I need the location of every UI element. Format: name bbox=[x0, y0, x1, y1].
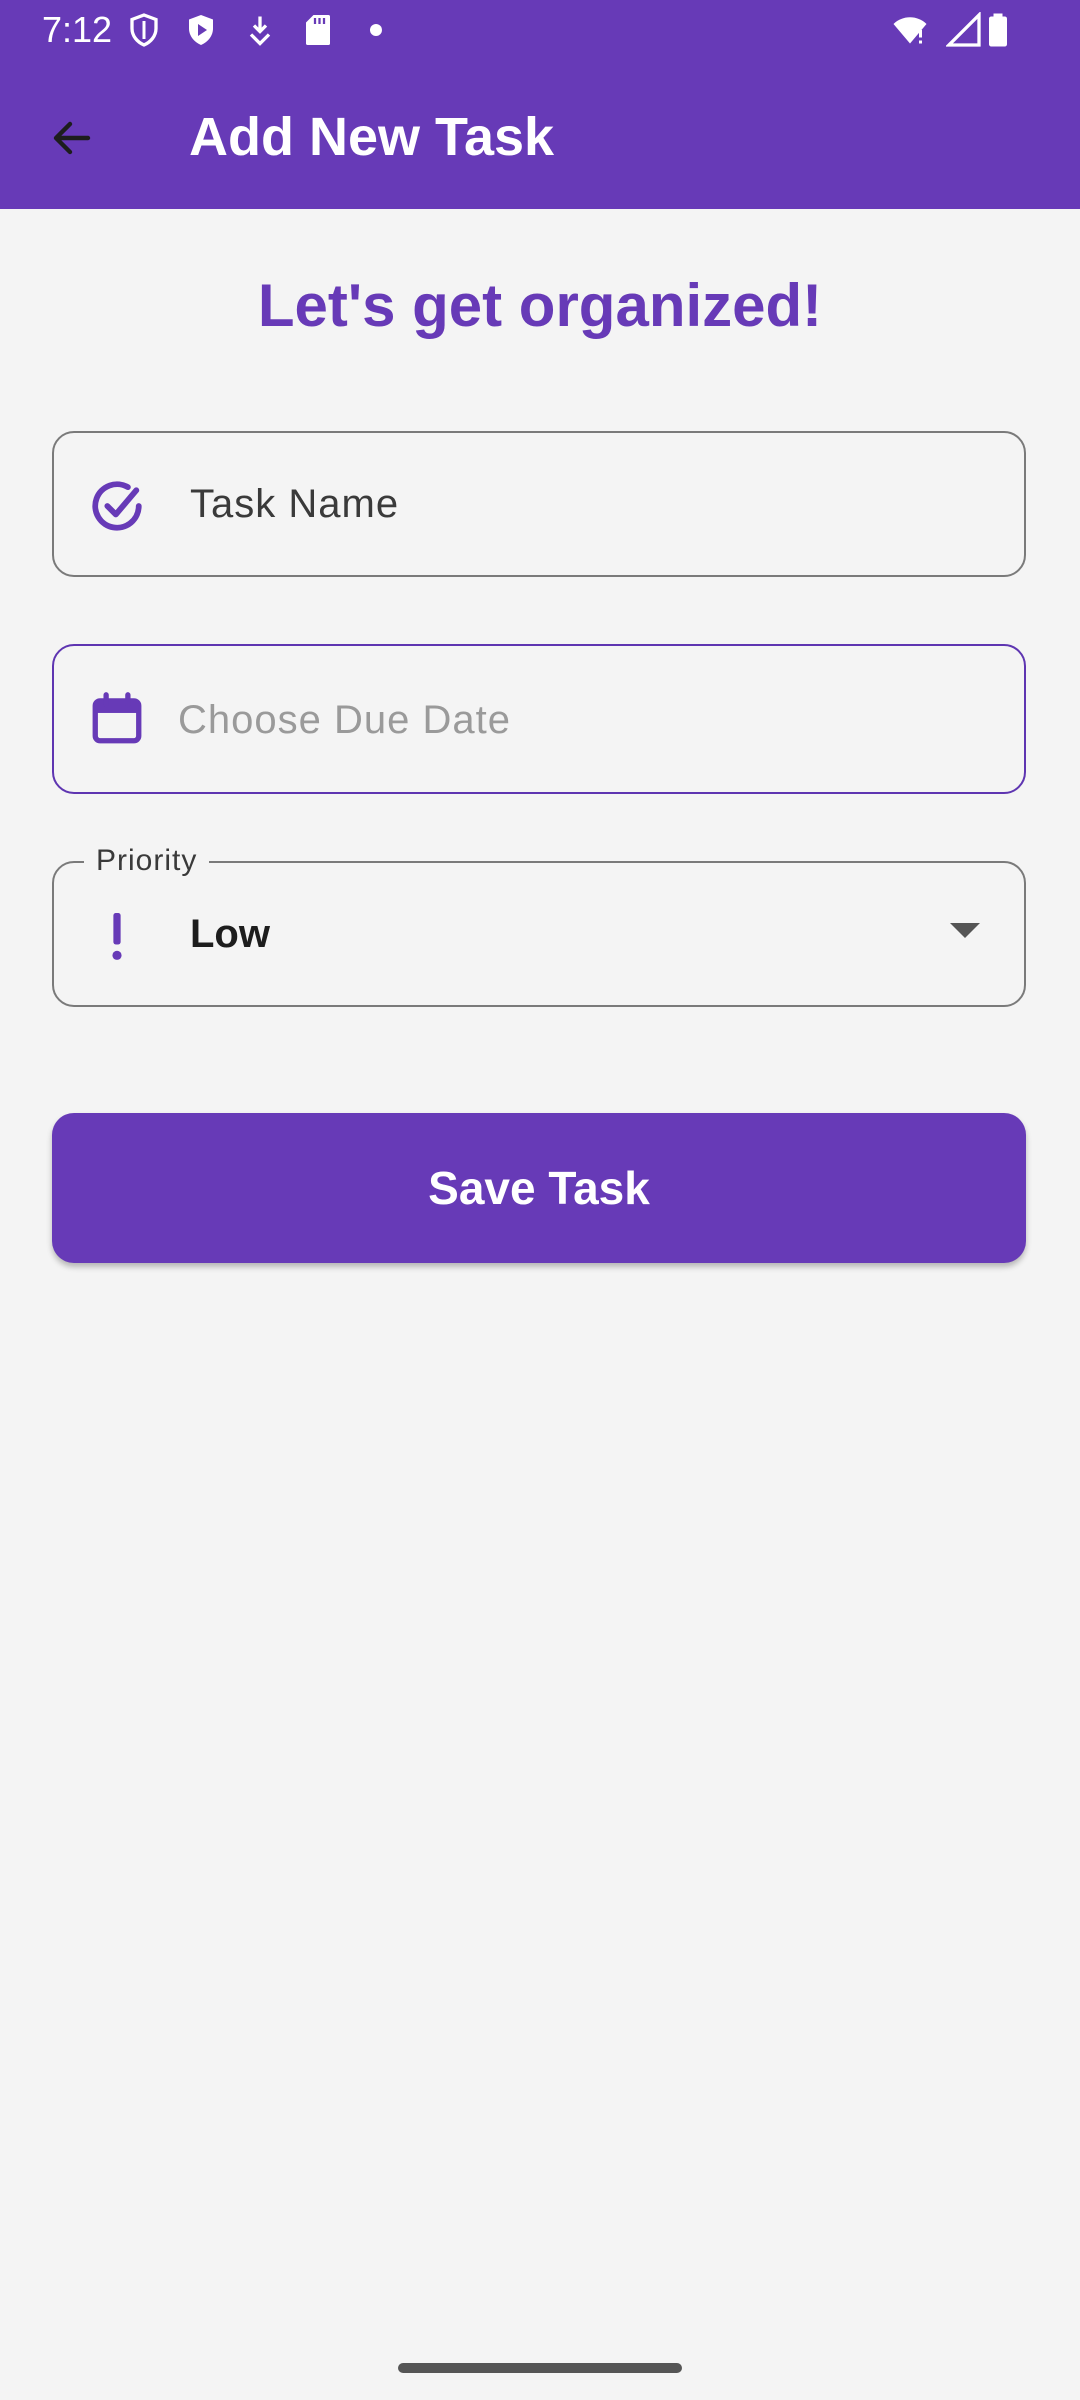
dropdown-arrow-icon[interactable] bbox=[950, 923, 980, 938]
calendar-icon bbox=[88, 690, 146, 748]
battery-icon bbox=[980, 12, 1016, 48]
priority-dropdown[interactable]: Priority Low bbox=[52, 841, 1026, 1007]
exclamation-icon bbox=[88, 907, 146, 965]
arrow-back-icon bbox=[53, 121, 91, 155]
play-shield-icon bbox=[183, 12, 219, 48]
home-indicator[interactable] bbox=[398, 2363, 682, 2373]
app-bar: Add New Task bbox=[0, 62, 1080, 209]
heading: Let's get organized! bbox=[257, 272, 823, 339]
signal-icon bbox=[946, 12, 982, 48]
priority-label: Priority bbox=[84, 841, 210, 881]
page-title: Add New Task bbox=[189, 107, 555, 167]
back-button[interactable] bbox=[34, 100, 110, 176]
status-time: 7:12 bbox=[42, 9, 113, 50]
due-date-placeholder: Choose Due Date bbox=[178, 698, 511, 742]
task-name-field[interactable]: Task Name bbox=[52, 431, 1026, 577]
due-date-field[interactable]: Choose Due Date bbox=[52, 644, 1026, 794]
task-name-placeholder: Task Name bbox=[190, 482, 400, 526]
shield-outline-icon bbox=[126, 12, 162, 48]
status-bar: 7:12 bbox=[0, 0, 1080, 62]
save-task-button[interactable]: Save Task bbox=[52, 1113, 1026, 1263]
priority-value: Low bbox=[190, 912, 270, 956]
download-icon bbox=[242, 12, 278, 48]
dot-icon bbox=[358, 12, 394, 48]
check-circle-icon bbox=[88, 477, 146, 535]
wifi-alert-icon bbox=[888, 12, 932, 48]
sd-card-icon bbox=[300, 12, 336, 48]
header: 7:12 Add New Task bbox=[0, 0, 1080, 209]
